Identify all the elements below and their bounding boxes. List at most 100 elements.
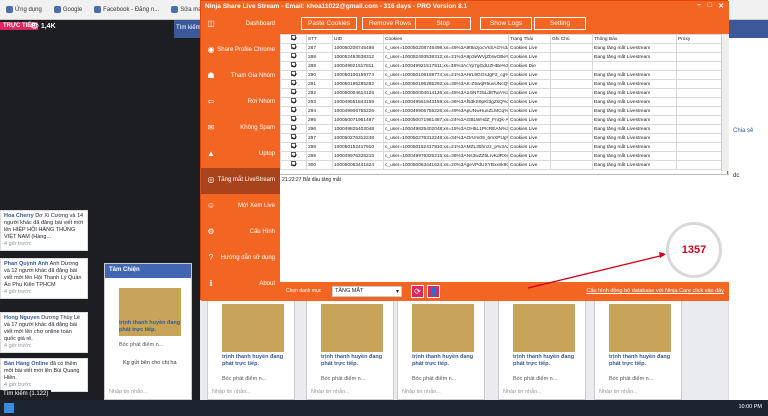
bookmark-item[interactable]: Ứng dụng [0, 6, 48, 13]
table-row[interactable]: 288 100052493538312 c_user=100052493538312… [280, 52, 729, 62]
table-row[interactable]: 296 100049825402048 c_user=100049825402048… [280, 124, 729, 134]
log-area[interactable]: 21:22:27 Bắt đầu tăng mắt [280, 174, 729, 282]
notification-item[interactable]: Bán Hàng Online đã có thêm một bài viết … [0, 358, 88, 392]
chat-live-name[interactable]: trịnh thanh huyền đang phát trực tiếp. [609, 354, 679, 368]
table-row[interactable]: 299 100049976325215 c_user=100049976325215… [280, 151, 729, 161]
sync-database-link[interactable]: Cấu hình đồng bộ database với Ninja Care… [586, 288, 724, 294]
chat-input[interactable]: Nhập tin nhắn... [599, 389, 638, 395]
table-row[interactable]: 292 100050004614126 c_user=100050004614126… [280, 88, 729, 98]
contacts-search[interactable]: Tìm kiếm (1.122) [0, 390, 52, 398]
notification-item[interactable]: Hong Nguyen Dương Thùy Lê và 17 người kh… [0, 312, 88, 353]
row-select-cell[interactable] [280, 124, 307, 134]
live-thumbnail[interactable] [609, 304, 671, 352]
table-row[interactable]: 293 100049551843159 c_user=100049551843159… [280, 97, 729, 107]
row-select-cell[interactable] [280, 52, 307, 62]
row-select-cell[interactable] [280, 115, 307, 125]
row-checkbox[interactable] [291, 134, 296, 139]
chat-live-name[interactable]: trịnh thanh huyền đang phát trực tiếp. [222, 354, 292, 368]
row-select-cell[interactable] [280, 160, 307, 170]
chat-window[interactable]: Tâm Chiện trịnh thanh huyền đang phát trự… [104, 263, 192, 400]
column-header[interactable]: STT [306, 34, 333, 44]
table-row[interactable]: 297 100050276312248 c_user=100050276312248… [280, 133, 729, 143]
nav-item[interactable]: ☗ Tham Gia Nhóm [201, 64, 280, 90]
nav-item[interactable]: ◎ Tăng mắt LiveStream [201, 168, 280, 194]
windows-start-icon[interactable] [4, 403, 14, 413]
nav-item[interactable]: ? Hướng dẫn sử dụng [201, 246, 280, 272]
row-checkbox[interactable] [291, 107, 296, 112]
row-select-cell[interactable] [280, 142, 307, 152]
table-row[interactable]: 298 100050152417910 c_user=100050152417910… [280, 142, 729, 152]
bookmark-item[interactable]: Google [48, 6, 88, 13]
row-checkbox[interactable] [291, 53, 296, 58]
setting-button[interactable]: Setting [534, 17, 586, 30]
table-row[interactable]: 291 100050195285292 c_user=100050195285292… [280, 79, 729, 89]
remove-rows-button[interactable]: Remove Rows [362, 17, 418, 30]
row-checkbox[interactable] [291, 161, 296, 166]
share-link[interactable]: Chia sẻ [733, 128, 753, 134]
select-all-checkbox[interactable] [291, 35, 296, 40]
table-row[interactable]: 287 100050208745498 c_user=100050208745498… [280, 43, 729, 53]
row-checkbox[interactable] [291, 80, 296, 85]
live-thumbnail[interactable] [222, 304, 284, 352]
row-checkbox[interactable] [291, 98, 296, 103]
row-select-cell[interactable] [280, 97, 307, 107]
row-checkbox[interactable] [291, 143, 296, 148]
row-checkbox[interactable] [291, 125, 296, 130]
chat-input[interactable]: Nhập tin nhắn... [212, 389, 251, 395]
close-button[interactable]: ✕ [718, 2, 724, 10]
column-header[interactable] [280, 34, 307, 44]
table-row[interactable]: 300 100050063441624 c_user=100050063441624… [280, 160, 729, 170]
row-select-cell[interactable] [280, 88, 307, 98]
row-checkbox[interactable] [291, 62, 296, 67]
row-checkbox[interactable] [291, 89, 296, 94]
chat-header[interactable]: Tâm Chiện [105, 264, 191, 278]
table-row[interactable]: 290 100050106159774 c_user=100050106159774… [280, 70, 729, 80]
nav-item[interactable]: ⚙ Cấu Hình [201, 220, 280, 246]
stop-button[interactable]: Stop [415, 17, 471, 30]
live-thumbnail[interactable] [513, 304, 575, 352]
row-select-cell[interactable] [280, 106, 307, 116]
row-select-cell[interactable] [280, 70, 307, 80]
nav-item[interactable]: ◫ Dashboard [201, 12, 280, 38]
row-select-cell[interactable] [280, 43, 307, 53]
row-checkbox[interactable] [291, 71, 296, 76]
show-logs-button[interactable]: Show Logs [480, 17, 532, 30]
chat-live-name[interactable]: trịnh thanh huyền đang phát trực tiếp. [513, 354, 583, 368]
column-header[interactable]: Thông Báo [592, 34, 677, 44]
column-header[interactable]: Ghi Chú [550, 34, 593, 44]
column-header[interactable]: Cookies [383, 34, 509, 44]
paste-cookies-button[interactable]: Paste Cookies [301, 17, 357, 30]
table-scrollbar[interactable] [721, 34, 729, 171]
column-header[interactable]: UID [332, 34, 384, 44]
row-checkbox[interactable] [291, 44, 296, 49]
maximize-button[interactable]: □ [708, 2, 712, 9]
nav-item[interactable]: ⇦ Rời Nhóm [201, 90, 280, 116]
chat-input[interactable]: Nhập tin nhắn... [109, 389, 148, 395]
row-checkbox[interactable] [291, 152, 296, 157]
notification-item[interactable]: Hoa Cherry Dơ Xi Cương và 14 người khác … [0, 210, 88, 251]
row-select-cell[interactable] [280, 61, 307, 71]
chat-live-name[interactable]: trịnh thanh huyền đang phát trực tiếp. [321, 354, 391, 368]
bookmark-item[interactable]: Facebook - Đăng n... [88, 6, 165, 13]
table-row[interactable]: 294 100049906755226 c_user=100049906755226… [280, 106, 729, 116]
chat-live-name[interactable]: trịnh thanh huyền đang phát trực tiếp. [119, 320, 189, 334]
refresh-icon[interactable]: ⟳ [411, 285, 424, 298]
table-row[interactable]: 295 100050071961487 c_user=100050071961487… [280, 115, 729, 125]
chat-live-name[interactable]: trịnh thanh huyền đang phát trực tiếp. [412, 354, 482, 368]
row-select-cell[interactable] [280, 79, 307, 89]
category-select[interactable]: TĂNG MẮT ▾ [332, 286, 402, 297]
chat-input[interactable]: Nhập tin nhắn... [503, 389, 542, 395]
row-select-cell[interactable] [280, 151, 307, 161]
nav-item[interactable]: ▲ Uptop [201, 142, 280, 168]
chat-input[interactable]: Nhập tin nhắn... [311, 389, 350, 395]
chat-input[interactable]: Nhập tin nhắn... [402, 389, 441, 395]
row-checkbox[interactable] [291, 116, 296, 121]
column-header[interactable]: Trạng Thái [508, 34, 551, 44]
nav-item[interactable]: ◉ Share Profile Chrome [201, 38, 280, 64]
user-icon[interactable]: 👤 [427, 285, 440, 298]
search-label[interactable]: Tìm kiếm [176, 25, 201, 31]
minimize-button[interactable]: – [697, 2, 701, 9]
row-select-cell[interactable] [280, 133, 307, 143]
live-thumbnail[interactable] [412, 304, 474, 352]
notification-item[interactable]: Phan Quỳnh Anh Anh Dương và 12 người khá… [0, 258, 88, 299]
